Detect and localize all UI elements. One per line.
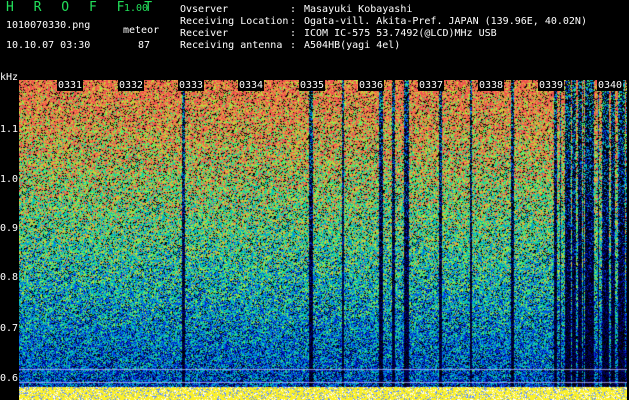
frequency-unit: kHz — [0, 72, 19, 83]
spectrogram[interactable] — [19, 80, 627, 400]
meteor-count: 87 — [138, 40, 151, 51]
y-tick-label: 0.8 — [0, 272, 19, 283]
separator-colon: : — [290, 16, 297, 27]
image-datetime: 10.10.07 03:30 — [6, 40, 91, 51]
location-label: Receiving Location — [180, 16, 289, 27]
y-tick-label: 0.7 — [0, 323, 19, 334]
observer-label: Ovserver — [180, 4, 229, 15]
time-tick-label: 0337 — [418, 80, 445, 91]
y-tick-label: 1.0 — [0, 174, 19, 185]
antenna-value: A504HB(yagi 4el) — [304, 40, 401, 51]
hroffft-window: { "app": {"title": "H R O F F T", "versi… — [0, 0, 629, 400]
y-tick-label: 0.6 — [0, 373, 19, 384]
time-axis: 0331 0332 0333 0334 0335 0336 0337 0338 … — [19, 80, 627, 92]
separator-colon: : — [290, 28, 297, 39]
meteor-label: meteor — [123, 25, 160, 36]
receiver-label: Receiver — [180, 28, 229, 39]
time-tick-label: 0340 — [597, 80, 624, 91]
observer-value: Masayuki Kobayashi — [304, 4, 413, 15]
time-tick-label: 0339 — [538, 80, 565, 91]
time-tick-label: 0338 — [478, 80, 505, 91]
location-value: Ogata-vill. Akita-Pref. JAPAN (139.96E, … — [304, 16, 587, 27]
antenna-label: Receiving antenna — [180, 40, 283, 51]
separator-colon: : — [290, 40, 297, 51]
separator-colon: : — [290, 4, 297, 15]
y-tick-label: 1.1 — [0, 124, 19, 135]
time-tick-label: 0331 — [57, 80, 84, 91]
y-tick-label: 0.9 — [0, 223, 19, 234]
time-tick-label: 0333 — [178, 80, 205, 91]
time-tick-label: 0334 — [238, 80, 265, 91]
time-tick-label: 0335 — [299, 80, 326, 91]
image-filename: 1010070330.png — [6, 20, 91, 31]
app-version: 1.00 — [124, 3, 149, 14]
time-tick-label: 0336 — [358, 80, 385, 91]
receiver-value: ICOM IC-575 53.7492(@LCD)MHz USB — [304, 28, 497, 39]
time-tick-label: 0332 — [118, 80, 145, 91]
